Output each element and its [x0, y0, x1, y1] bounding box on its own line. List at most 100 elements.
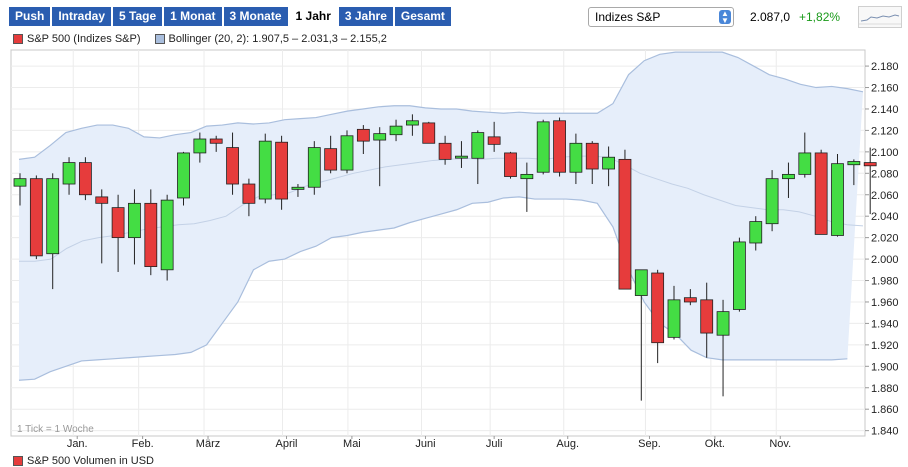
- y-tick-label: 1.960: [871, 297, 899, 309]
- candle-body: [634, 269, 648, 296]
- candle: [29, 175, 43, 260]
- candle-body: [749, 221, 763, 244]
- candle-body: [128, 202, 141, 239]
- candle-body: [487, 136, 501, 145]
- candle-body: [733, 241, 746, 310]
- candle-body: [95, 196, 109, 204]
- y-tick-label: 1.900: [871, 361, 899, 373]
- candle: [765, 170, 779, 232]
- candle-body: [356, 128, 370, 142]
- y-tick-label: 1.920: [871, 340, 899, 352]
- x-tick-label: Juni: [415, 438, 435, 450]
- candle-body: [422, 122, 436, 144]
- candle-body: [831, 163, 844, 236]
- x-tick-label: März: [196, 438, 220, 450]
- x-tick-label: Nov.: [769, 438, 791, 450]
- candle-body: [373, 133, 387, 141]
- y-tick-label: 1.980: [871, 276, 899, 288]
- x-tick-label: Aug.: [556, 438, 579, 450]
- candle: [307, 141, 321, 195]
- x-tick-label: Sep.: [638, 438, 661, 450]
- candle-body: [618, 158, 632, 290]
- y-tick-label: 2.120: [871, 125, 899, 137]
- candle-body: [471, 132, 485, 159]
- candle: [422, 121, 436, 144]
- candle-body: [585, 142, 599, 170]
- candle: [553, 117, 566, 177]
- legend-item-sp500: S&P 500 (Indizes S&P): [13, 33, 141, 45]
- candle-body: [324, 148, 338, 171]
- y-tick-label: 2.060: [871, 190, 899, 202]
- candle-body: [553, 120, 566, 173]
- candle-body: [275, 141, 289, 200]
- candle-body: [340, 135, 354, 171]
- candle: [733, 237, 746, 312]
- candle: [79, 157, 92, 201]
- candle: [618, 149, 632, 290]
- x-tick-label: Okt.: [705, 438, 725, 450]
- candlestick-chart: 2.180 2.160 2.140 2.120 2.100 2.080 2.060 2.040…: [10, 49, 899, 450]
- x-tick-label: Mai: [343, 438, 361, 450]
- candle-body: [242, 183, 256, 204]
- candle-body: [405, 120, 419, 126]
- x-tick-label: Jan.: [67, 438, 88, 450]
- candle: [275, 135, 289, 210]
- candle-body: [258, 140, 272, 200]
- x-tick-label: Feb.: [132, 438, 154, 450]
- candle-body: [307, 147, 321, 188]
- y-tick-label: 2.160: [871, 83, 899, 95]
- candle-body: [291, 186, 305, 190]
- x-axis: Jan. Feb. März April Mai Juni Juli Aug. Sep. Okt.…: [67, 436, 791, 450]
- volume-legend-label: S&P 500 Volumen in USD: [27, 455, 154, 467]
- candle: [814, 149, 828, 235]
- x-tick-label: April: [275, 438, 297, 450]
- candle-body: [520, 173, 534, 180]
- candle-body: [111, 207, 125, 239]
- legend-swatch-bollinger: [154, 34, 165, 44]
- candle-body: [716, 311, 730, 336]
- candle-body: [602, 156, 615, 170]
- candle: [340, 130, 354, 174]
- y-tick-label: 2.100: [871, 147, 899, 159]
- candle-body: [160, 199, 174, 271]
- y-axis: 2.180 2.160 2.140 2.120 2.100 2.080 2.060 2.040…: [865, 61, 899, 438]
- candle-body: [814, 152, 828, 235]
- candle-body: [46, 178, 60, 255]
- candle-body: [504, 152, 517, 177]
- candle-body: [683, 297, 697, 303]
- candle: [504, 151, 517, 179]
- candle-body: [569, 142, 583, 173]
- candle-body: [177, 152, 190, 199]
- candle: [831, 154, 844, 237]
- candle-body: [847, 161, 861, 166]
- y-tick-label: 1.840: [871, 426, 899, 438]
- chart-legend: S&P 500 (Indizes S&P) Bollinger (20, 2):…: [13, 33, 401, 45]
- candle-body: [438, 142, 452, 160]
- y-tick-label: 1.860: [871, 404, 899, 416]
- candle-body: [144, 202, 158, 267]
- candle-body: [798, 152, 812, 175]
- y-tick-label: 2.080: [871, 168, 899, 180]
- candle-body: [79, 162, 92, 196]
- legend-swatch-sp500: [13, 34, 23, 44]
- y-tick-label: 2.000: [871, 254, 899, 266]
- candle-body: [782, 173, 795, 180]
- y-tick-label: 2.180: [871, 61, 899, 73]
- candle-body: [700, 299, 714, 334]
- candle-body: [209, 138, 223, 144]
- legend-label-sp500: S&P 500 (Indizes S&P): [27, 33, 141, 45]
- candle-body: [389, 125, 403, 136]
- candle-body: [226, 147, 239, 185]
- y-tick-label: 2.040: [871, 211, 899, 223]
- tick-note: 1 Tick = 1 Woche: [17, 424, 94, 435]
- x-tick-label: Juli: [486, 438, 503, 450]
- volume-swatch: [13, 456, 23, 466]
- candle-body: [765, 178, 779, 225]
- legend-item-bollinger: Bollinger (20, 2): 1.907,5 – 2.031,3 – 2…: [154, 33, 387, 45]
- candle-body: [455, 155, 468, 159]
- candle: [536, 119, 550, 175]
- candle-body: [13, 178, 27, 187]
- candle-body: [62, 162, 76, 185]
- candle-body: [29, 178, 43, 257]
- candle-body: [193, 138, 207, 154]
